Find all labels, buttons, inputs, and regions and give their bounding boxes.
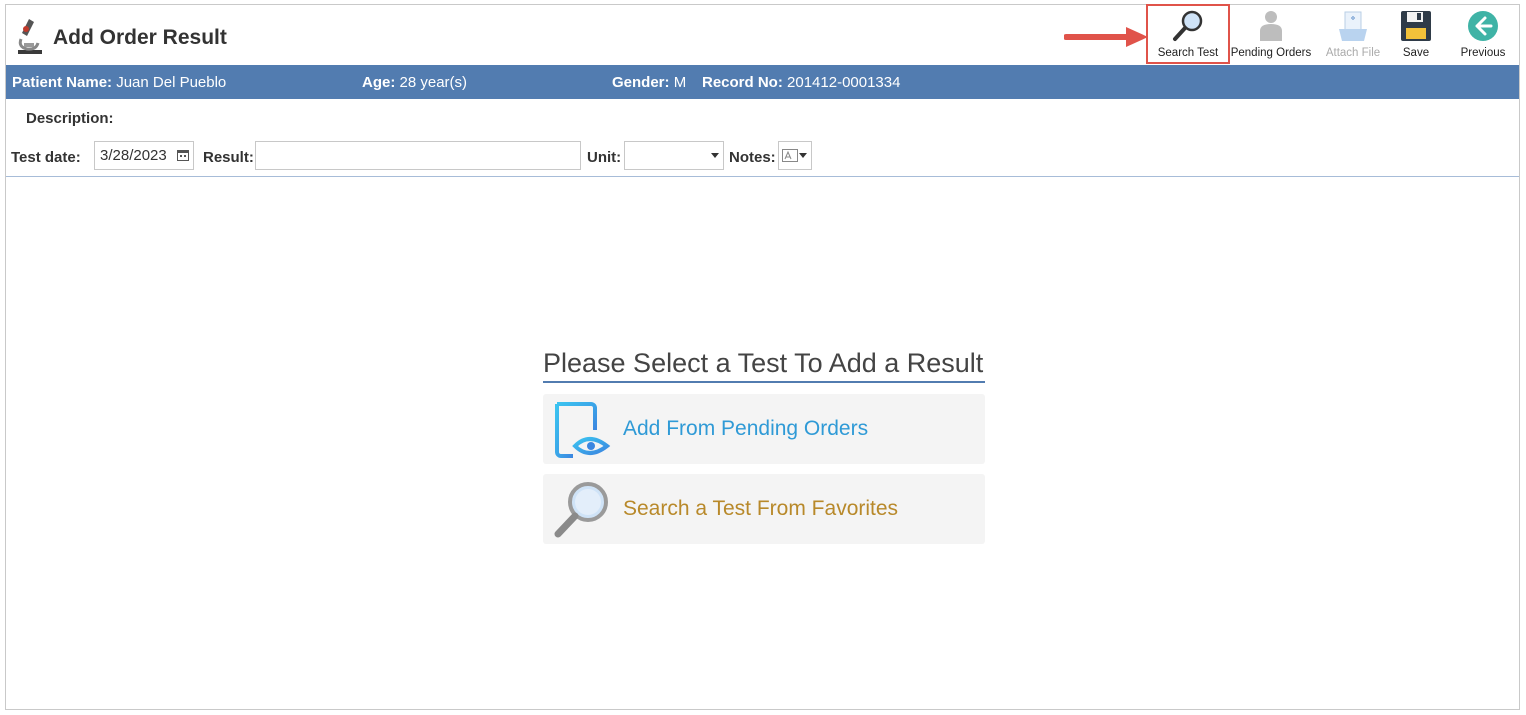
option-pending-label: Add From Pending Orders — [623, 417, 869, 440]
patient-record-no: Record No: 201412-0001334 — [702, 73, 901, 91]
notes-label: Notes: — [729, 149, 776, 166]
microscope-icon — [15, 17, 45, 60]
option-favorites-label: Search a Test From Favorites — [623, 497, 899, 520]
select-test-prompt: Please Select a Test To Add a Result — [543, 345, 985, 383]
add-from-pending-orders-option[interactable]: Add From Pending Orders — [543, 394, 985, 464]
test-date-field[interactable]: 3/28/2023 — [94, 141, 194, 170]
patient-gender: Gender: M — [612, 73, 687, 91]
test-date-label: Test date: — [11, 149, 81, 166]
chevron-down-icon — [799, 153, 807, 158]
page-header: Add Order Result — [15, 18, 227, 58]
patient-info-bar: Patient Name: Juan Del Pueblo Age: 28 ye… — [6, 65, 1519, 99]
search-test-button[interactable]: Search Test — [1146, 4, 1230, 64]
patient-name: Patient Name: Juan Del Pueblo — [12, 73, 227, 91]
result-form-row: Test date: 3/28/2023 Result: Unit: Notes… — [6, 140, 1519, 174]
page-title: Add Order Result — [53, 26, 227, 49]
attach-file-button[interactable]: Attach File — [1313, 5, 1393, 63]
floppy-disk-icon — [1400, 9, 1432, 43]
notes-icon — [782, 149, 798, 166]
magnifier-icon — [1171, 9, 1205, 43]
search-test-from-favorites-option[interactable]: Search a Test From Favorites — [543, 474, 985, 544]
back-arrow-icon — [1467, 9, 1499, 43]
toolbar: Search Test Pending Orders Attach File S… — [1146, 4, 1526, 65]
person-icon — [1256, 9, 1286, 43]
calendar-icon[interactable] — [177, 148, 189, 165]
attach-file-icon — [1336, 9, 1370, 43]
save-button[interactable]: Save — [1393, 5, 1439, 63]
result-input[interactable] — [255, 141, 581, 170]
chevron-down-icon — [711, 153, 719, 158]
magnifier-icon — [543, 478, 619, 540]
patient-age: Age: 28 year(s) — [362, 73, 468, 91]
unit-label: Unit: — [587, 149, 622, 166]
annotation-arrow-icon — [1063, 25, 1150, 54]
notes-dropdown[interactable] — [778, 141, 812, 170]
description-label: Description: — [26, 110, 114, 127]
previous-button[interactable]: Previous — [1439, 5, 1526, 63]
divider — [6, 176, 1519, 177]
order-result-window: Add Order Result Search Test Pending Ord… — [5, 4, 1520, 710]
result-label: Result: — [203, 149, 254, 166]
pending-orders-button[interactable]: Pending Orders — [1229, 5, 1313, 63]
document-eye-icon — [543, 398, 619, 460]
unit-select[interactable] — [624, 141, 724, 170]
